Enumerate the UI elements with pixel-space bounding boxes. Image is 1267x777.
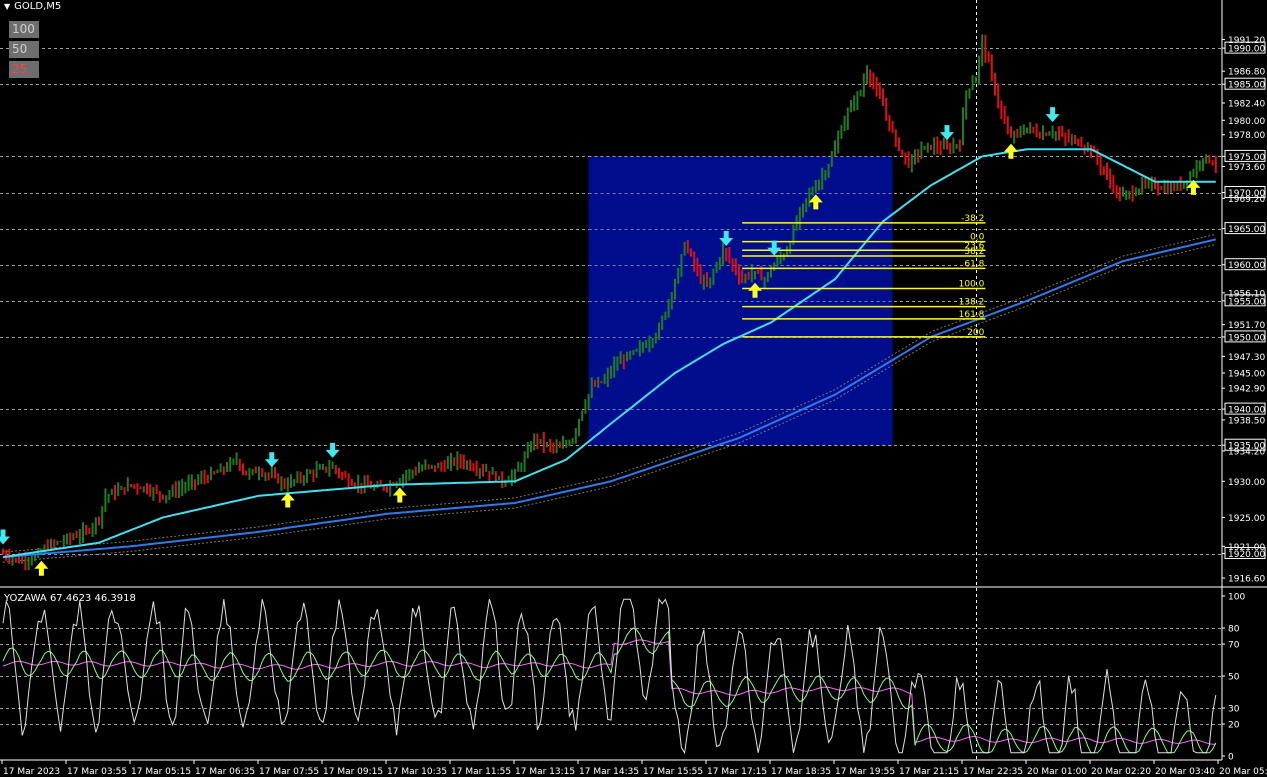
buy-arrow-icon [280, 492, 295, 508]
price-tick-label: 1950.00 [1228, 333, 1265, 343]
price-tick-label: 1930.00 [1228, 478, 1265, 488]
time-tick-label: 17 Mar 11:55 [451, 767, 511, 777]
price-tick-label: 1978.00 [1228, 131, 1265, 141]
time-tick-label: 17 Mar 22:35 [963, 767, 1023, 777]
sell-arrow-icon [0, 529, 10, 545]
sell-arrow-icon [940, 125, 954, 141]
time-tick-label: 17 Mar 2023 [3, 767, 60, 777]
price-tick-label: 1985.00 [1228, 81, 1265, 91]
indicator-label: YOZAWA 67.4623 46.3918 [4, 593, 136, 604]
time-tick-label: 17 Mar 17:15 [707, 767, 767, 777]
time-tick-label: 20 Mar 03:40 [1155, 767, 1215, 777]
zoom-50-button[interactable]: 50 [9, 41, 39, 58]
price-chart[interactable]: -38.20.023.638.261.8100.0138.2161.820019… [0, 0, 1267, 777]
osc-tick-label: 50 [1228, 673, 1240, 683]
highlight-rectangle [588, 156, 893, 446]
fib-level-label: 100.0 [959, 280, 985, 290]
time-tick-label: 20 Mar 02:20 [1091, 767, 1151, 777]
price-tick-label: 1942.90 [1228, 385, 1265, 395]
oscillator-smooth-line [2, 627, 1217, 754]
sell-arrow-icon [1045, 107, 1060, 123]
price-tick-label: 1934.20 [1228, 447, 1265, 457]
fib-level-label: 61.8 [964, 259, 984, 269]
price-tick-label: 1982.40 [1228, 99, 1265, 109]
osc-tick-label: 30 [1228, 705, 1240, 715]
price-tick-label: 1973.60 [1228, 163, 1265, 173]
zoom-100-button[interactable]: 100 [9, 21, 39, 38]
price-tick-label: 1986.80 [1228, 68, 1265, 78]
price-tick-label: 1990.00 [1228, 45, 1265, 55]
time-tick-label: 17 Mar 06:35 [195, 767, 255, 777]
symbol-text: GOLD,M5 [14, 1, 62, 12]
zoom-25-button[interactable]: 25 [9, 61, 39, 78]
price-tick-label: 1938.50 [1228, 416, 1265, 426]
time-tick-label: 20 Mar 05:00 [1219, 767, 1267, 777]
price-tick-label: 1940.00 [1228, 406, 1265, 416]
time-tick-label: 17 Mar 15:55 [643, 767, 703, 777]
buy-arrow-icon [34, 560, 49, 576]
price-tick-label: 1925.00 [1228, 514, 1265, 524]
price-tick-label: 1951.70 [1228, 321, 1265, 331]
time-tick-label: 17 Mar 10:35 [387, 767, 447, 777]
time-tick-label: 17 Mar 05:15 [131, 767, 191, 777]
symbol-label: ▼ GOLD,M5 [4, 1, 61, 12]
time-tick-label: 17 Mar 19:55 [835, 767, 895, 777]
time-tick-label: 20 Mar 01:00 [1027, 767, 1087, 777]
time-tick-label: 17 Mar 13:15 [515, 767, 575, 777]
time-tick-label: 17 Mar 07:55 [259, 767, 319, 777]
price-tick-label: 1975.00 [1228, 153, 1265, 163]
fib-level-label: -38.2 [961, 214, 984, 224]
time-tick-label: 17 Mar 14:35 [579, 767, 639, 777]
fib-level-label: 38.2 [964, 247, 984, 257]
price-tick-label: 1916.60 [1228, 575, 1265, 585]
fib-level-label: 200 [967, 328, 984, 338]
fib-level-label: 161.8 [959, 310, 985, 320]
price-tick-label: 1947.30 [1228, 353, 1265, 363]
price-tick-label: 1960.00 [1228, 261, 1265, 271]
fib-level-label: 138.2 [959, 298, 985, 308]
osc-tick-label: 100 [1228, 593, 1245, 603]
time-tick-label: 17 Mar 21:15 [899, 767, 959, 777]
osc-tick-label: 80 [1228, 625, 1240, 635]
price-tick-label: 1965.00 [1228, 225, 1265, 235]
price-tick-label: 1980.00 [1228, 117, 1265, 127]
price-tick-label: 1955.00 [1228, 297, 1265, 307]
dropdown-triangle-icon[interactable]: ▼ [4, 2, 10, 11]
oscillator-signal-line [2, 639, 1216, 745]
osc-tick-label: 70 [1228, 641, 1240, 651]
sell-arrow-icon [264, 452, 279, 468]
price-tick-label: 1969.20 [1228, 195, 1265, 205]
time-tick-label: 17 Mar 18:35 [771, 767, 831, 777]
osc-tick-label: 0 [1228, 753, 1234, 763]
price-tick-label: 1945.00 [1228, 370, 1265, 380]
time-tick-label: 17 Mar 09:15 [323, 767, 383, 777]
osc-tick-label: 20 [1228, 721, 1240, 731]
price-tick-label: 1920.00 [1228, 550, 1265, 560]
time-tick-label: 17 Mar 03:55 [67, 767, 127, 777]
buy-arrow-icon [392, 487, 407, 503]
